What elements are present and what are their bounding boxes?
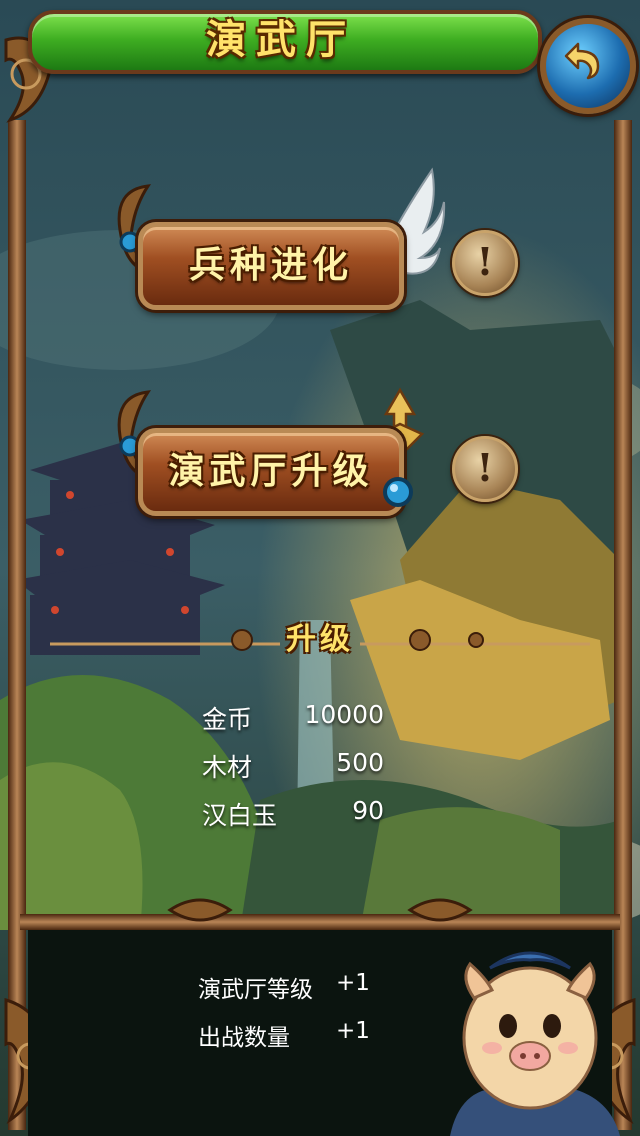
upgrade-section-title: 升级 — [286, 622, 354, 657]
cost-row-gold: 金币 10000 — [202, 696, 392, 744]
cost-amount: 500 — [336, 748, 384, 777]
upgrade-info-button[interactable]: ! — [452, 436, 518, 502]
exclamation-icon: ! — [476, 239, 494, 284]
cost-name: 汉白玉 — [202, 801, 278, 830]
effect-name: 演武厅等级 — [198, 977, 313, 1003]
cost-row-marble: 汉白玉 90 — [202, 792, 392, 840]
troop-evolution-label: 兵种进化 — [188, 244, 353, 286]
cost-row-wood: 木材 500 — [202, 744, 392, 792]
hall-upgrade-label: 演武厅升级 — [168, 450, 374, 492]
cost-amount: 10000 — [304, 700, 384, 729]
troop-evolution-button[interactable]: 兵种进化 — [138, 222, 404, 310]
effect-row-hall-level: 演武厅等级 +1 — [198, 966, 438, 1014]
upgrade-effect-list: 演武厅等级 +1 出战数量 +1 — [198, 966, 438, 1062]
page-title: 演武厅 — [206, 16, 356, 63]
exclamation-icon: ! — [476, 445, 494, 490]
hall-upgrade-button[interactable]: 演武厅升级 — [138, 428, 404, 516]
effect-value: +1 — [336, 1018, 370, 1044]
effect-value: +1 — [336, 970, 370, 996]
cost-name: 木材 — [202, 753, 253, 782]
cost-amount: 90 — [352, 796, 384, 825]
effect-name: 出战数量 — [198, 1025, 290, 1051]
cost-name: 金币 — [202, 705, 253, 734]
game-screen: 演武厅 兵种进化 ! 演武厅升级 ! 升级 金币 10000 木材 500 汉白… — [0, 0, 640, 1136]
evolution-info-button[interactable]: ! — [452, 230, 518, 296]
blue-gem-icon — [383, 477, 413, 507]
upgrade-section-header: 升级 — [50, 620, 590, 660]
effect-row-deploy-count: 出战数量 +1 — [198, 1014, 438, 1062]
pig-mascot — [450, 951, 620, 1136]
upgrade-cost-list: 金币 10000 木材 500 汉白玉 90 — [202, 696, 392, 840]
back-arrow-icon — [564, 42, 600, 80]
back-button[interactable] — [540, 18, 636, 114]
